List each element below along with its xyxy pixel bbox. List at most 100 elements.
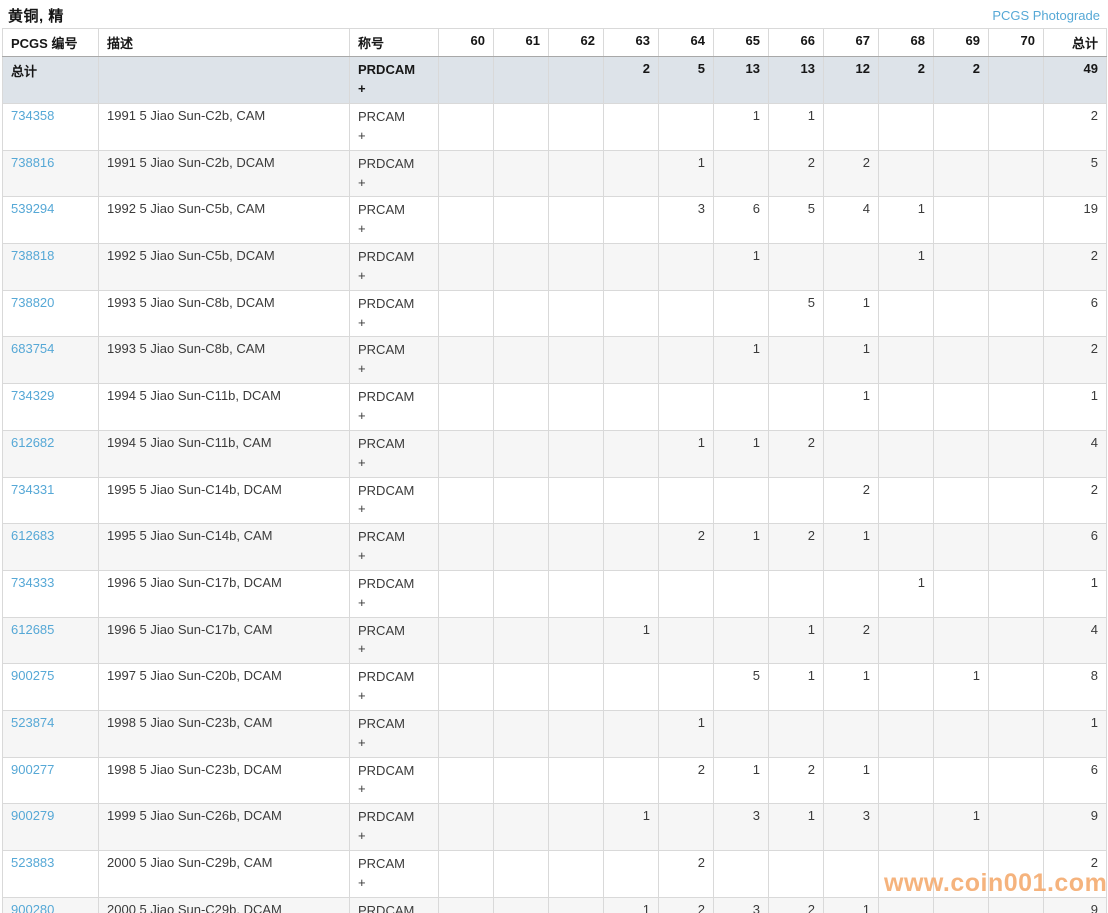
designation-cell: PRDCAM + bbox=[350, 384, 439, 431]
grade-63-cell bbox=[604, 104, 659, 151]
pcgs-number-link[interactable]: 900277 bbox=[11, 762, 54, 777]
column-header-grade-60: 60 bbox=[439, 29, 494, 57]
grade-65-cell: 6 bbox=[714, 197, 769, 244]
pcgs-number-link[interactable]: 612683 bbox=[11, 528, 54, 543]
pcgs-number-link[interactable]: 539294 bbox=[11, 201, 54, 216]
grade-60-cell bbox=[439, 570, 494, 617]
pcgs-number-link[interactable]: 612682 bbox=[11, 435, 54, 450]
column-header-grade-66: 66 bbox=[769, 29, 824, 57]
description-cell: 1996 5 Jiao Sun-C17b, CAM bbox=[99, 617, 350, 664]
description-cell: 1993 5 Jiao Sun-C8b, CAM bbox=[99, 337, 350, 384]
pcgs-number-cell: 738816 bbox=[3, 150, 99, 197]
pcgs-number-link[interactable]: 900279 bbox=[11, 808, 54, 823]
column-header-grade-70: 70 bbox=[989, 29, 1044, 57]
grade-64-cell bbox=[659, 290, 714, 337]
total-row: 总计PRDCAM +251313122249 bbox=[3, 57, 1107, 104]
description-cell: 1994 5 Jiao Sun-C11b, DCAM bbox=[99, 384, 350, 431]
grade-65-cell: 1 bbox=[714, 757, 769, 804]
grade-65-cell: 3 bbox=[714, 897, 769, 913]
grade-61-cell bbox=[494, 150, 549, 197]
column-header-grade-67: 67 bbox=[824, 29, 879, 57]
grade-63-cell bbox=[604, 430, 659, 477]
total-grade-70-cell bbox=[989, 57, 1044, 104]
grade-60-cell bbox=[439, 851, 494, 898]
total-grade-64-cell: 5 bbox=[659, 57, 714, 104]
grade-60-cell bbox=[439, 384, 494, 431]
grade-63-cell bbox=[604, 150, 659, 197]
grade-69-cell bbox=[934, 197, 989, 244]
row-total-cell: 4 bbox=[1044, 617, 1107, 664]
pcgs-photograde-link[interactable]: PCGS Photograde bbox=[992, 8, 1100, 23]
grade-62-cell bbox=[549, 757, 604, 804]
grade-62-cell bbox=[549, 851, 604, 898]
pcgs-number-cell: 738820 bbox=[3, 290, 99, 337]
table-row: 7343311995 5 Jiao Sun-C14b, DCAMPRDCAM +… bbox=[3, 477, 1107, 524]
grade-69-cell bbox=[934, 430, 989, 477]
grade-61-cell bbox=[494, 617, 549, 664]
grade-67-cell: 1 bbox=[824, 337, 879, 384]
header-row: PCGS 编号描述称号6061626364656667686970总计 bbox=[3, 29, 1107, 57]
table-row: 734329 1994 5 Jiao Sun-C11b, DCAMPRDCAM +… bbox=[3, 384, 1107, 431]
grade-61-cell bbox=[494, 897, 549, 913]
grade-60-cell bbox=[439, 524, 494, 571]
grade-61-cell bbox=[494, 664, 549, 711]
pcgs-number-link[interactable]: 738818 bbox=[11, 248, 54, 263]
pcgs-number-link[interactable]: 734333 bbox=[11, 575, 54, 590]
designation-cell: PRDCAM + bbox=[350, 804, 439, 851]
grade-70-cell bbox=[989, 150, 1044, 197]
grade-69-cell bbox=[934, 710, 989, 757]
pcgs-number-cell: 900280 bbox=[3, 897, 99, 913]
grade-66-cell bbox=[769, 337, 824, 384]
table-row: 5238741998 5 Jiao Sun-C23b, CAMPRCAM +11 bbox=[3, 710, 1107, 757]
column-header-designation: 称号 bbox=[350, 29, 439, 57]
grade-60-cell bbox=[439, 290, 494, 337]
grade-68-cell bbox=[879, 337, 934, 384]
grade-64-cell bbox=[659, 570, 714, 617]
pcgs-number-link[interactable]: 734329 bbox=[11, 388, 54, 403]
grade-60-cell bbox=[439, 244, 494, 291]
grade-61-cell bbox=[494, 851, 549, 898]
grade-60-cell bbox=[439, 617, 494, 664]
pcgs-number-link[interactable]: 612685 bbox=[11, 622, 54, 637]
grade-64-cell bbox=[659, 384, 714, 431]
pcgs-number-link[interactable]: 523874 bbox=[11, 715, 54, 730]
row-total-cell: 1 bbox=[1044, 570, 1107, 617]
designation-cell: PRDCAM + bbox=[350, 290, 439, 337]
table-row: 5392941992 5 Jiao Sun-C5b, CAMPRCAM +365… bbox=[3, 197, 1107, 244]
pcgs-number-link[interactable]: 523883 bbox=[11, 855, 54, 870]
grade-65-cell: 1 bbox=[714, 104, 769, 151]
description-cell: 1998 5 Jiao Sun-C23b, DCAM bbox=[99, 757, 350, 804]
grade-69-cell bbox=[934, 477, 989, 524]
grade-67-cell: 1 bbox=[824, 290, 879, 337]
pcgs-number-link[interactable]: 734358 bbox=[11, 108, 54, 123]
grade-69-cell bbox=[934, 617, 989, 664]
pcgs-number-link[interactable]: 900275 bbox=[11, 668, 54, 683]
grade-66-cell: 1 bbox=[769, 617, 824, 664]
pcgs-number-link[interactable]: 683754 bbox=[11, 341, 54, 356]
column-header-grade-63: 63 bbox=[604, 29, 659, 57]
description-cell: 1991 5 Jiao Sun-C2b, CAM bbox=[99, 104, 350, 151]
grade-69-cell bbox=[934, 290, 989, 337]
grade-62-cell bbox=[549, 150, 604, 197]
column-header-grade-68: 68 bbox=[879, 29, 934, 57]
designation-cell: PRDCAM + bbox=[350, 477, 439, 524]
pcgs-number-link[interactable]: 900280 bbox=[11, 902, 54, 913]
designation-cell: PRDCAM + bbox=[350, 244, 439, 291]
pcgs-number-cell: 900275 bbox=[3, 664, 99, 711]
grade-66-cell: 2 bbox=[769, 897, 824, 913]
pcgs-number-link[interactable]: 738820 bbox=[11, 295, 54, 310]
table-row: 6126851996 5 Jiao Sun-C17b, CAMPRCAM +11… bbox=[3, 617, 1107, 664]
grade-68-cell bbox=[879, 384, 934, 431]
grade-60-cell bbox=[439, 104, 494, 151]
grade-69-cell bbox=[934, 897, 989, 913]
grade-64-cell bbox=[659, 617, 714, 664]
pcgs-number-link[interactable]: 734331 bbox=[11, 482, 54, 497]
grade-65-cell bbox=[714, 150, 769, 197]
grade-68-cell bbox=[879, 430, 934, 477]
grade-63-cell bbox=[604, 197, 659, 244]
table-row: 9002771998 5 Jiao Sun-C23b, DCAMPRDCAM +… bbox=[3, 757, 1107, 804]
grade-66-cell: 1 bbox=[769, 804, 824, 851]
description-cell: 1992 5 Jiao Sun-C5b, CAM bbox=[99, 197, 350, 244]
designation-cell: PRCAM + bbox=[350, 430, 439, 477]
pcgs-number-link[interactable]: 738816 bbox=[11, 155, 54, 170]
